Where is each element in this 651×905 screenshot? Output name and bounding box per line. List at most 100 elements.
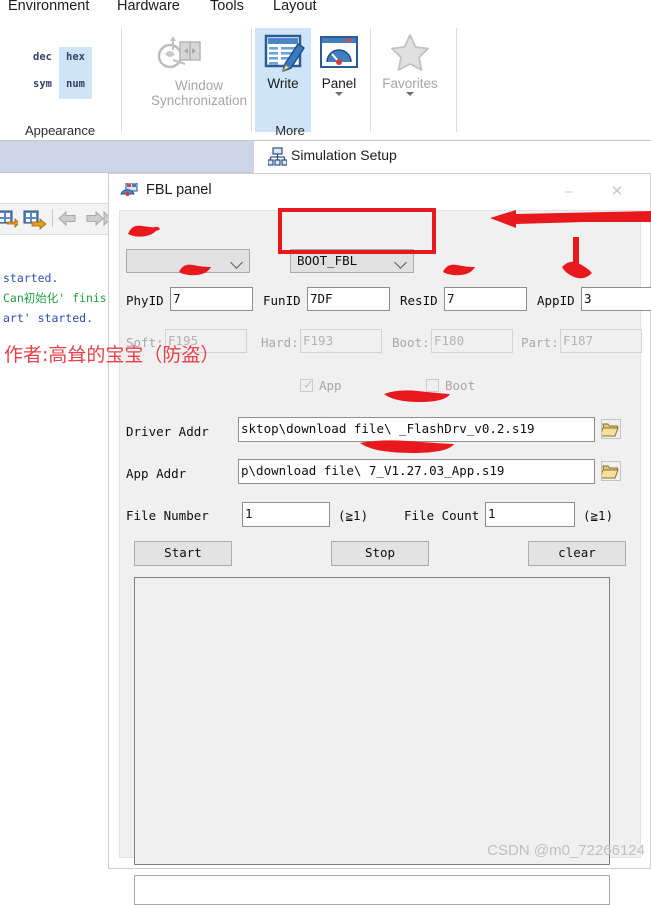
annotation-arrow-appid [562,237,592,279]
checkmark-icon: ✓ [303,377,314,392]
minimize-icon[interactable]: – [548,174,590,210]
app-checkbox-label: App [319,378,342,393]
phyid-input[interactable]: 7 [170,287,253,311]
ribbon-button-favorites[interactable]: Favorites [382,28,438,96]
redaction-mark-channel [128,225,160,237]
folder-open-icon [599,465,619,479]
stop-button[interactable]: Stop [331,541,429,566]
appearance-cell-sym[interactable]: sym [26,78,59,90]
resid-input[interactable]: 7 [444,287,527,311]
ribbon-button-label-window-synchronization: Window Synchronization [151,78,248,108]
label-driver-addr: Driver Addr [126,424,209,439]
network-nodes-icon [267,147,288,169]
folder-open-icon [599,423,619,437]
fbl-dialog-titlebar: FBL panel – ✕ [109,174,650,210]
label-resid: ResID [400,293,438,308]
file-count-hint: (≧1) [583,508,614,523]
log-line: Can初始化' finis [3,291,107,305]
funid-input[interactable]: 7DF [307,287,390,311]
app-addr-input[interactable]: p\download file\ 7_V1.27.03_App.s19 [238,459,595,484]
forward-arrow-icon[interactable] [86,210,104,229]
log-line: started. [3,271,59,285]
appearance-toggle-grid[interactable]: dec hex sym num [26,47,92,99]
ribbon-button-label-favorites: Favorites [382,76,438,91]
app-checkbox[interactable]: ✓ [300,377,314,392]
file-number-hint: (≧1) [338,508,369,523]
ribbon-tab-tools[interactable]: Tools [210,0,244,14]
label-phyid: PhyID [126,293,164,308]
ribbon-group-divider-1 [121,28,122,132]
tab-label-simulation-setup: Simulation Setup [291,147,397,163]
start-button[interactable]: Start [134,541,232,566]
ribbon-group-divider-3 [370,28,371,132]
measurement-start-icon[interactable] [0,208,20,233]
fbl-dialog-client-area: BOOT_FBL PhyID 7 FunID 7DF ResID 7 AppID… [119,210,651,905]
write-icon [255,28,311,76]
label-hard: Hard: [261,335,299,350]
window-sync-icon [151,30,207,78]
log-line: art' started. [3,311,94,325]
ribbon-group-divider-4 [456,28,457,132]
part-input: F187 [560,329,642,353]
close-icon[interactable]: ✕ [596,174,638,210]
document-tab-strip: Simulation Setup [0,141,651,173]
csdn-watermark: CSDN @m0_72266124 [487,842,645,859]
file-number-input[interactable]: 1 [242,502,330,527]
redaction-mark-resid [443,264,475,276]
annotation-arrow-top-right [490,210,651,228]
hard-input: F193 [300,329,382,353]
ribbon-tab-hardware[interactable]: Hardware [117,0,180,14]
driver-addr-browse-button[interactable] [599,419,621,439]
ribbon-group-divider-2 [251,28,252,132]
chevron-down-icon-mode [394,256,407,269]
ribbon-group-label-appearance: Appearance [24,123,96,138]
back-arrow-icon[interactable] [58,210,76,229]
appid-input[interactable]: 3 [581,287,651,311]
ribbon-tab-environment[interactable]: Environment [8,0,89,14]
tab-simulation-setup[interactable]: Simulation Setup [253,141,651,173]
appearance-cell-dec[interactable]: dec [26,51,59,63]
ribbon-button-write[interactable]: Write [255,28,311,132]
label-part: Part: [521,335,559,350]
label-appid: AppID [537,293,575,308]
ribbon-button-label-panel: Panel [321,76,357,91]
left-background-panel: started. Can初始化' finis art' started. [0,173,115,869]
label-file-count: File Count [404,508,480,523]
mode-select-value: BOOT_FBL [297,253,358,268]
ribbon-button-label-write: Write [267,76,299,91]
ribbon-tab-bar: Environment Hardware Tools Layout [0,0,651,23]
label-boot: Boot: [392,335,430,350]
ribbon-group-label-more: More [275,123,305,138]
measurement-stop-icon[interactable] [22,208,48,233]
ribbon-button-window-synchronization[interactable]: Window Synchronization [151,30,247,108]
author-watermark: 作者:高耸的宝宝（防盗） [4,344,220,366]
label-app-addr: App Addr [126,466,187,481]
fbl-panel-icon [120,182,138,201]
fbl-status-input[interactable] [134,875,610,905]
label-funid: FunID [263,293,301,308]
appearance-cell-num[interactable]: num [59,78,92,90]
boot-input: F180 [431,329,513,353]
ribbon-button-panel[interactable]: Panel [311,28,367,96]
redaction-mark-phyid [179,264,211,276]
ribbon-tab-layout[interactable]: Layout [273,0,317,14]
chevron-down-icon-favorites[interactable] [406,92,414,96]
redaction-mark-app-path [360,440,454,453]
panel-icon [311,28,367,76]
file-count-input[interactable]: 1 [485,502,575,527]
fbl-log-output[interactable] [134,577,610,865]
chevron-down-icon-channel [230,256,243,269]
clear-button[interactable]: clear [528,541,626,566]
left-panel-toolbar [0,203,115,235]
annotation-highlight-box-mode-select [278,208,436,254]
ribbon-body: dec hex sym num Appearance Window Synchr… [0,22,651,141]
favorites-star-icon [382,28,438,76]
tabstrip-inactive-region [0,141,253,173]
app-addr-browse-button[interactable] [599,461,621,481]
left-log-list: started. Can初始化' finis art' started. [0,268,108,328]
fbl-dialog-title: FBL panel [146,182,212,198]
redaction-mark-driver-path [384,390,450,402]
label-file-number: File Number [126,508,209,523]
chevron-down-icon[interactable] [335,92,343,96]
appearance-cell-hex[interactable]: hex [59,51,92,63]
